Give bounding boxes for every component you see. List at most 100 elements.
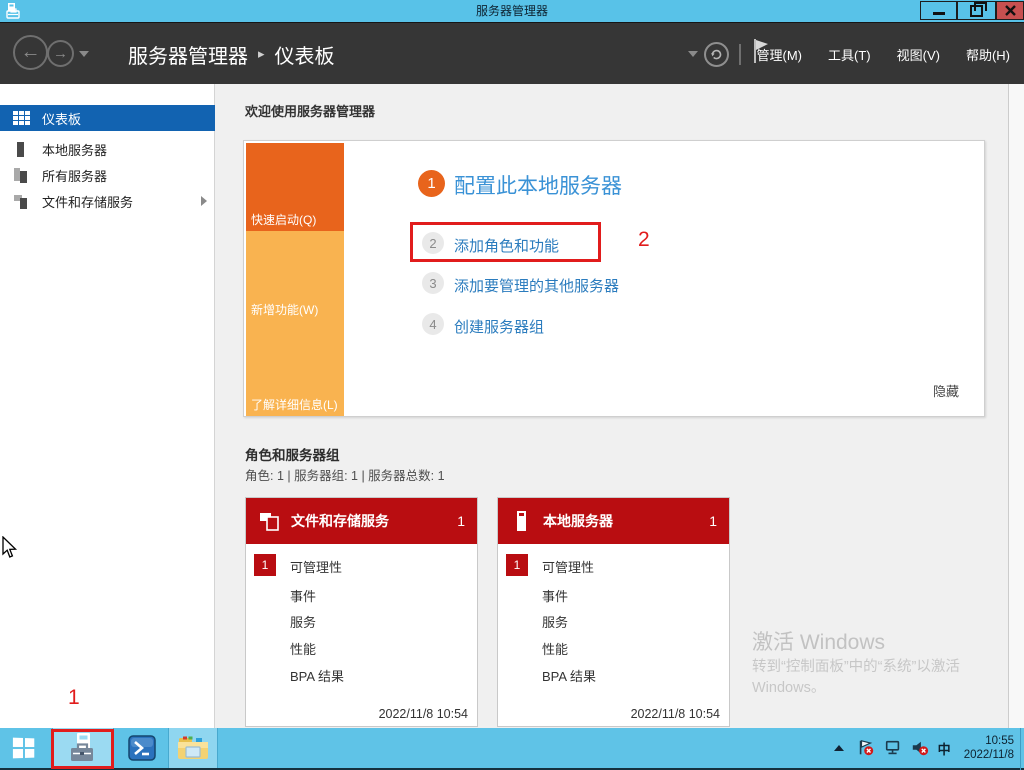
dashboard-icon: [13, 110, 30, 126]
annotation-box-taskbar: [51, 729, 114, 769]
local-server-icon: [13, 141, 30, 157]
manageability-alert-badge: 1: [254, 554, 276, 576]
tile-count: 1: [457, 513, 465, 529]
tile-title: 本地服务器: [543, 513, 613, 529]
breadcrumb: 服务器管理器 ▸ 仪表板: [128, 23, 335, 85]
welcome-header: 欢迎使用服务器管理器: [245, 104, 376, 119]
step-1-configure-local-server-link[interactable]: 配置此本地服务器: [454, 170, 622, 200]
tile-row-services[interactable]: 服务: [290, 612, 316, 631]
learn-more-tab[interactable]: 了解详细信息(L): [246, 321, 344, 416]
breadcrumb-current[interactable]: 仪表板: [275, 40, 335, 69]
menu-bar: 管理(M) 工具(T) 视图(V) 帮助(H): [757, 23, 1011, 85]
close-button[interactable]: [996, 1, 1024, 20]
tray-volume-muted-icon[interactable]: [911, 739, 929, 757]
quickstart-panel: 快速启动(Q) 新增功能(W) 了解详细信息(L) 1 配置此本地服务器 2 添…: [243, 140, 985, 417]
minimize-icon: [932, 12, 945, 15]
tile-row-manageability[interactable]: 可管理性: [290, 557, 342, 576]
mouse-cursor: [2, 535, 18, 565]
annotation-number-2: 2: [638, 228, 650, 251]
tile-count: 1: [709, 513, 717, 529]
menu-tools[interactable]: 工具(T): [828, 45, 871, 64]
tile-row-manageability[interactable]: 可管理性: [542, 557, 594, 576]
sidebar-item-label: 本地服务器: [42, 142, 108, 158]
tray-show-hidden-icons[interactable]: [830, 739, 848, 757]
tray-time: 10:55: [985, 735, 1014, 747]
vertical-scrollbar[interactable]: [1008, 84, 1024, 728]
history-dropdown-icon[interactable]: [79, 51, 89, 57]
quickstart-tab[interactable]: 快速启动(Q): [246, 143, 344, 231]
tile-title: 文件和存储服务: [291, 513, 389, 529]
annotation-number-1: 1: [68, 686, 80, 709]
tile-row-performance[interactable]: 性能: [290, 639, 316, 658]
whats-new-tab[interactable]: 新增功能(W): [246, 231, 344, 321]
tile-file-storage-services: 文件和存储服务 1 1 可管理性 事件 服务 性能 BPA 结果 2022/11…: [245, 497, 478, 727]
menu-manage[interactable]: 管理(M): [757, 45, 803, 64]
taskbar-powershell-button[interactable]: [120, 728, 164, 768]
refresh-icon: [711, 49, 722, 60]
annotation-box-step2: [410, 222, 601, 262]
tile-row-events[interactable]: 事件: [542, 586, 568, 605]
learn-more-tab-label: 了解详细信息(L): [251, 398, 338, 412]
desktop: 服务器管理器 ← → 服务器管理器 ▸ 仪表板 管理(M) 工具(T) 视图(V…: [0, 0, 1024, 770]
show-desktop-button[interactable]: [1020, 728, 1024, 770]
windows-logo-icon: [12, 737, 35, 759]
minimize-button[interactable]: [920, 1, 957, 20]
tray-date: 2022/11/8: [963, 749, 1014, 761]
restore-icon: [970, 1, 987, 17]
sidebar-item-label: 所有服务器: [42, 168, 108, 184]
manageability-alert-badge: 1: [506, 554, 528, 576]
local-server-tile-icon: [511, 509, 533, 533]
sidebar-item-label: 仪表板: [42, 111, 82, 127]
tray-ime-indicator[interactable]: 中: [938, 739, 951, 758]
forward-button[interactable]: →: [47, 40, 74, 67]
roles-section-summary: 角色: 1 | 服务器组: 1 | 服务器总数: 1: [245, 469, 445, 483]
sidebar-item-all-servers[interactable]: 所有服务器: [0, 163, 215, 187]
tray-network-icon[interactable]: [884, 739, 902, 757]
step-4-create-server-group-link[interactable]: 创建服务器组: [454, 316, 544, 337]
hide-link[interactable]: 隐藏: [933, 381, 959, 400]
step-1-number: 1: [418, 170, 445, 197]
quickstart-tab-label: 快速启动(Q): [251, 213, 317, 227]
menu-help[interactable]: 帮助(H): [966, 45, 1010, 64]
folder-icon: [178, 736, 208, 759]
file-storage-tile-icon: [259, 509, 281, 533]
close-icon: [1004, 5, 1016, 16]
step-3-number: 3: [422, 272, 444, 294]
tray-action-center-icon[interactable]: [857, 739, 875, 757]
sidebar-item-local-server[interactable]: 本地服务器: [0, 137, 215, 161]
step-3-add-servers-link[interactable]: 添加要管理的其他服务器: [454, 275, 619, 296]
tray-clock[interactable]: 10:55 2022/11/8: [964, 734, 1014, 762]
tile-row-services[interactable]: 服务: [542, 612, 568, 631]
scope-dropdown-icon[interactable]: [688, 51, 698, 57]
taskbar-file-explorer-button[interactable]: [168, 728, 218, 768]
expand-arrow-icon[interactable]: [201, 196, 207, 206]
activation-watermark-line: 转到“控制面板”中的“系统”以激活: [752, 659, 960, 675]
refresh-button[interactable]: [704, 42, 729, 67]
all-servers-icon: [13, 167, 30, 183]
tile-timestamp: 2022/11/8 10:54: [630, 707, 720, 721]
tile-row-events[interactable]: 事件: [290, 586, 316, 605]
back-button[interactable]: ←: [13, 35, 48, 70]
toolbar-separator: [739, 44, 741, 65]
tile-local-server: 本地服务器 1 1 可管理性 事件 服务 性能 BPA 结果 2022/11/8…: [497, 497, 730, 727]
breadcrumb-root[interactable]: 服务器管理器: [128, 40, 248, 69]
system-tray: 中 10:55 2022/11/8: [830, 728, 1018, 768]
menu-view[interactable]: 视图(V): [897, 45, 940, 64]
whats-new-tab-label: 新增功能(W): [251, 303, 319, 317]
tile-row-performance[interactable]: 性能: [542, 639, 568, 658]
tile-header[interactable]: 文件和存储服务 1: [246, 498, 477, 544]
activation-watermark-title: 激活 Windows: [752, 631, 886, 654]
step-4-number: 4: [422, 313, 444, 335]
taskbar: 中 10:55 2022/11/8: [0, 728, 1024, 770]
powershell-icon: [128, 735, 156, 761]
tile-row-bpa-results[interactable]: BPA 结果: [542, 666, 596, 685]
tile-header[interactable]: 本地服务器 1: [498, 498, 729, 544]
up-arrow-icon: [833, 745, 844, 751]
sidebar: 仪表板 本地服务器 所有服务器 文件和存储服务: [0, 84, 215, 728]
sidebar-item-dashboard[interactable]: 仪表板: [0, 105, 215, 131]
roles-section-title: 角色和服务器组: [245, 448, 340, 463]
tile-row-bpa-results[interactable]: BPA 结果: [290, 666, 344, 685]
restore-button[interactable]: [957, 1, 996, 20]
start-button[interactable]: [0, 728, 48, 768]
sidebar-item-file-storage-services[interactable]: 文件和存储服务: [0, 189, 215, 213]
